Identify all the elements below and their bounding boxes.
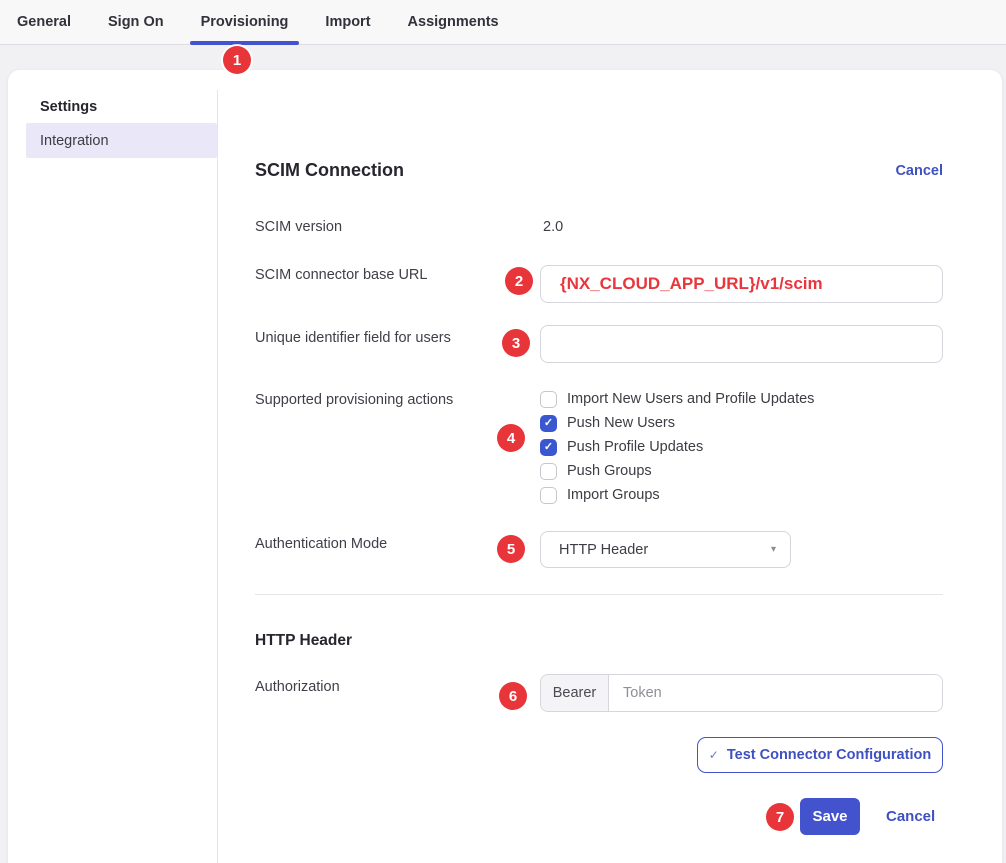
- authorization-input-group: Bearer: [540, 674, 943, 712]
- tab-assignments[interactable]: Assignments: [408, 0, 499, 44]
- save-button[interactable]: Save: [800, 798, 860, 835]
- sidebar-heading: Settings: [40, 99, 97, 115]
- annotation-badge-2: 2: [505, 267, 533, 295]
- scim-version-label: SCIM version: [255, 219, 342, 235]
- checkbox-row-push-groups[interactable]: Push Groups: [540, 459, 814, 483]
- base-url-label: SCIM connector base URL: [255, 267, 427, 283]
- push-profile-updates-checkbox[interactable]: ✓: [540, 439, 557, 456]
- tab-import[interactable]: Import: [325, 0, 370, 44]
- annotation-badge-7: 7: [766, 803, 794, 831]
- sidebar-item-integration[interactable]: Integration: [26, 123, 217, 158]
- settings-sidebar: Settings Integration: [8, 90, 218, 863]
- import-new-users-checkbox[interactable]: [540, 391, 557, 408]
- auth-mode-selected-value: HTTP Header: [559, 542, 648, 558]
- checkbox-row-push-profile-updates[interactable]: ✓ Push Profile Updates: [540, 435, 814, 459]
- tab-sign-on[interactable]: Sign On: [108, 0, 164, 44]
- unique-id-input[interactable]: [540, 325, 943, 363]
- check-icon: ✓: [709, 748, 719, 762]
- annotation-badge-1: 1: [223, 46, 251, 74]
- annotation-badge-4: 4: [497, 424, 525, 452]
- annotation-badge-3: 3: [502, 329, 530, 357]
- test-connector-label: Test Connector Configuration: [727, 747, 931, 763]
- annotation-badge-6: 6: [499, 682, 527, 710]
- auth-mode-label: Authentication Mode: [255, 536, 387, 552]
- section-divider: [255, 594, 943, 595]
- checkbox-label: Push Groups: [567, 463, 652, 479]
- base-url-input[interactable]: [540, 265, 943, 303]
- http-header-section-title: HTTP Header: [255, 632, 352, 650]
- cancel-link-top[interactable]: Cancel: [895, 163, 943, 179]
- chevron-down-icon: ▾: [771, 544, 776, 555]
- auth-mode-select[interactable]: HTTP Header ▾: [540, 531, 791, 568]
- unique-id-label: Unique identifier field for users: [255, 330, 451, 346]
- checkbox-label: Push Profile Updates: [567, 439, 703, 455]
- provisioning-actions-label: Supported provisioning actions: [255, 392, 453, 408]
- checkbox-label: Import Groups: [567, 487, 660, 503]
- checkbox-row-push-new-users[interactable]: ✓ Push New Users: [540, 411, 814, 435]
- test-connector-button[interactable]: ✓ Test Connector Configuration: [697, 737, 943, 773]
- checkbox-label: Import New Users and Profile Updates: [567, 391, 814, 407]
- authorization-label: Authorization: [255, 679, 340, 695]
- push-new-users-checkbox[interactable]: ✓: [540, 415, 557, 432]
- push-groups-checkbox[interactable]: [540, 463, 557, 480]
- tab-provisioning[interactable]: Provisioning: [201, 0, 289, 44]
- scim-version-value: 2.0: [543, 219, 563, 235]
- checkbox-row-import-new-users[interactable]: Import New Users and Profile Updates: [540, 387, 814, 411]
- page-title: SCIM Connection: [255, 160, 404, 181]
- checkbox-row-import-groups[interactable]: Import Groups: [540, 483, 814, 507]
- provisioning-card: Settings Integration SCIM Connection Can…: [8, 70, 1002, 863]
- checkbox-label: Push New Users: [567, 415, 675, 431]
- cancel-link-bottom[interactable]: Cancel: [886, 808, 935, 825]
- import-groups-checkbox[interactable]: [540, 487, 557, 504]
- app-tab-bar: General Sign On Provisioning Import Assi…: [0, 0, 1006, 45]
- provisioning-actions-group: Import New Users and Profile Updates ✓ P…: [540, 387, 814, 507]
- bearer-prefix: Bearer: [541, 675, 609, 711]
- token-input[interactable]: [609, 675, 942, 711]
- annotation-badge-5: 5: [497, 535, 525, 563]
- tab-general[interactable]: General: [17, 0, 71, 44]
